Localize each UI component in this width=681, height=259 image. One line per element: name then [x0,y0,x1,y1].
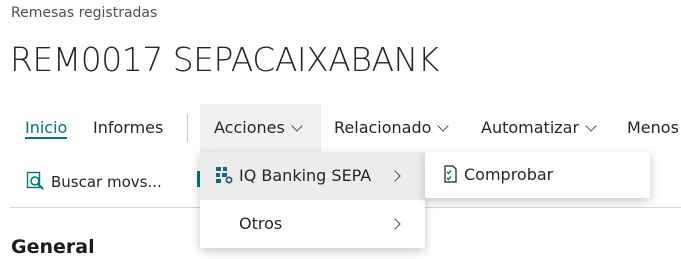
tab-informes[interactable]: Informes [93,104,163,152]
action-bar: Inicio Informes Acciones Relacionado Aut… [0,104,681,152]
tab-acciones[interactable]: Acciones [200,104,321,152]
page-title: REM0017 SEPACAIXABANK [10,40,439,79]
chevron-down-icon [437,120,450,132]
nav-separator [187,114,188,142]
chevron-down-icon [585,120,597,132]
menu-item-comprobar[interactable]: Comprobar [425,152,650,198]
tab-automatizar[interactable]: Automatizar [481,104,597,152]
chevron-right-icon [389,218,401,230]
buscar-movs-label: Buscar movs... [51,173,162,191]
tab-acciones-label: Acciones [214,118,285,137]
menu-item-iq-banking-sepa[interactable]: IQ Banking SEPA [200,152,425,200]
breadcrumb: Remesas registradas [11,5,158,21]
tab-relacionado-label: Relacionado [334,118,432,137]
menu-item-comprobar-label: Comprobar [464,165,554,184]
tab-menos[interactable]: Menos [627,104,679,152]
section-general-title[interactable]: General [11,236,95,258]
tab-informes-label: Informes [93,118,164,137]
bank-network-icon [216,167,233,184]
menu-item-otros-label: Otros [239,214,283,233]
menu-item-iq-banking-sepa-label: IQ Banking SEPA [239,166,372,185]
tab-automatizar-label: Automatizar [481,118,580,137]
tab-relacionado[interactable]: Relacionado [334,104,450,152]
search-document-icon [26,171,44,190]
acciones-dropdown-menu: IQ Banking SEPA Otros [200,152,425,248]
chevron-down-icon [291,120,303,132]
iq-banking-submenu: Comprobar [425,152,650,198]
menu-item-otros[interactable]: Otros [200,200,425,248]
chevron-right-icon [389,170,401,182]
checklist-icon [444,165,457,183]
tab-inicio[interactable]: Inicio [25,104,68,152]
buscar-movs-button[interactable]: Buscar movs... [26,171,162,191]
tab-inicio-label: Inicio [25,118,68,137]
active-tab-underline [25,137,68,139]
tab-menos-label: Menos [627,118,679,137]
